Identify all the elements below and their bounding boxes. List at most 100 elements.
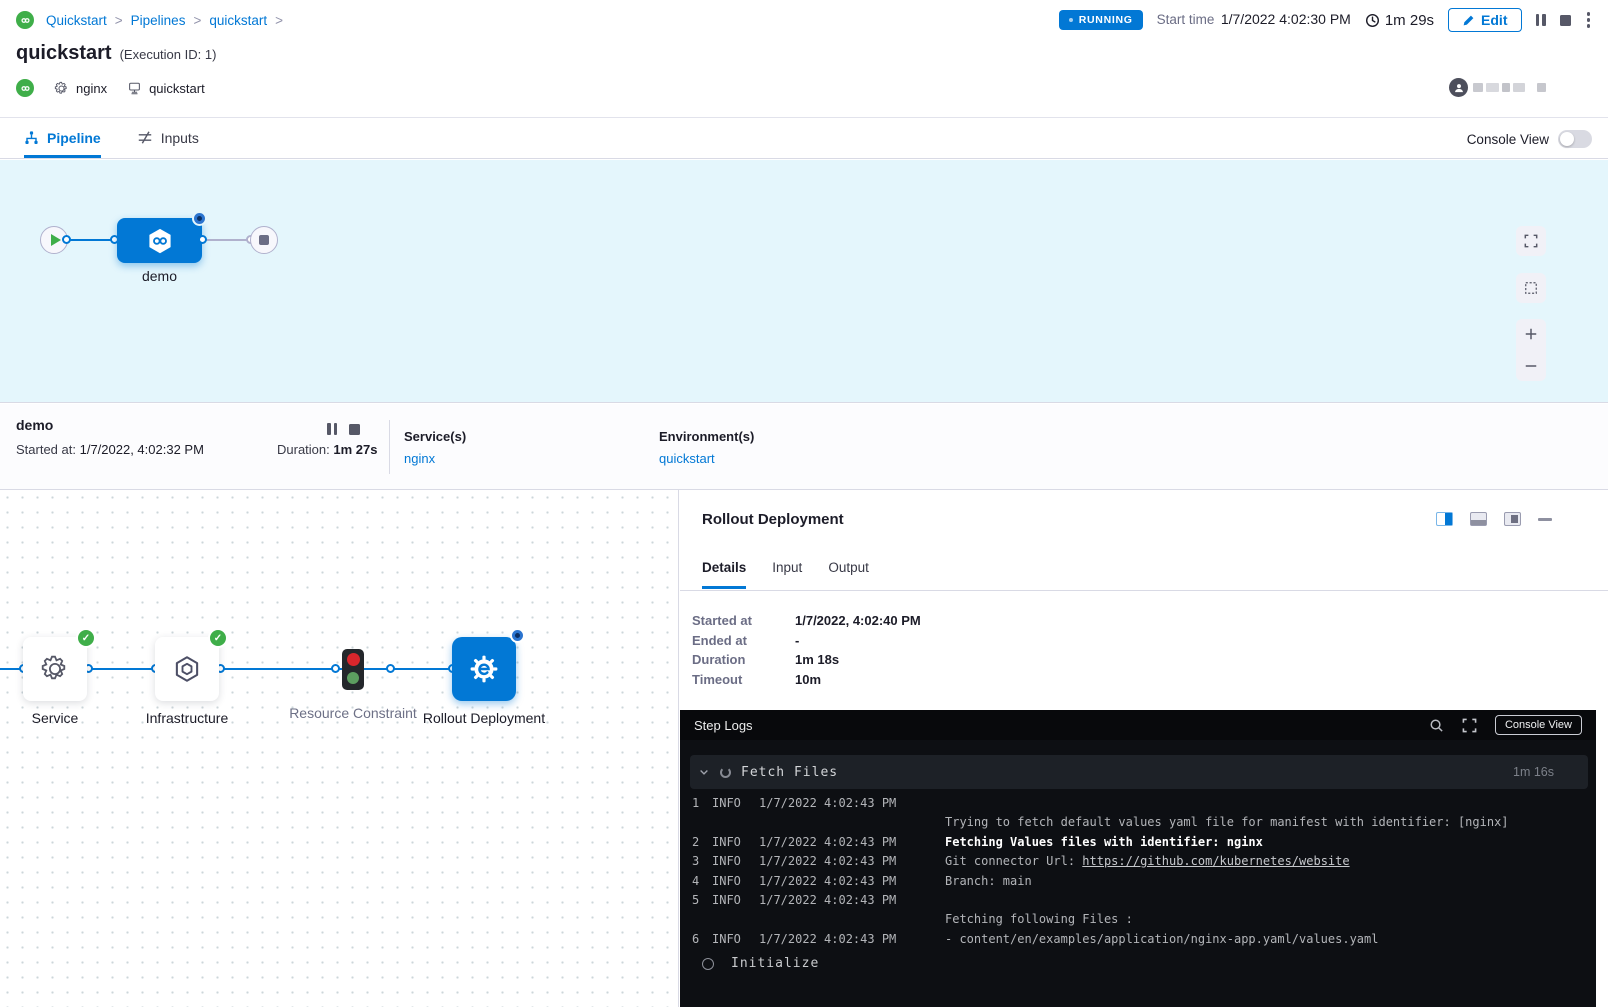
service-tag[interactable]: nginx: [54, 81, 107, 96]
execution-graph[interactable]: ✓ ✓: [0, 490, 679, 1007]
step-node-rollout-deployment[interactable]: [452, 637, 516, 701]
stage-started: Started at: 1/7/2022, 4:02:32 PM: [16, 442, 204, 457]
edge-port: [386, 664, 395, 673]
log-section-name: Fetch Files: [741, 765, 838, 780]
step-node-service[interactable]: ✓: [23, 637, 87, 701]
pause-execution-button[interactable]: [1536, 14, 1546, 26]
tab-input[interactable]: Input: [772, 560, 802, 589]
stop-execution-button[interactable]: [1560, 15, 1571, 26]
log-message: Fetching Values files with identifier: n…: [945, 833, 1596, 852]
edge-port: [198, 235, 207, 244]
start-time-label: Start time: [1157, 12, 1215, 27]
started-value: 1/7/2022, 4:02:32 PM: [80, 442, 204, 457]
log-num: 4: [692, 872, 712, 891]
search-icon[interactable]: [1429, 718, 1444, 733]
minimize-panel-button[interactable]: [1538, 518, 1552, 521]
page-title: quickstart: [16, 42, 112, 65]
log-message: - content/en/examples/application/nginx-…: [945, 930, 1596, 949]
success-check-badge: ✓: [210, 630, 226, 646]
layout-split-vertical-button[interactable]: [1436, 512, 1453, 526]
running-spinner-badge: [194, 213, 205, 224]
layout-dock-right-button[interactable]: [1504, 512, 1521, 526]
pencil-icon: [1462, 14, 1475, 27]
detail-row: Duration 1m 18s: [692, 650, 921, 670]
log-level: INFO: [712, 930, 759, 949]
breadcrumb-link-pipeline-name[interactable]: quickstart: [209, 13, 267, 28]
log-num: 3: [692, 852, 712, 871]
tab-inputs[interactable]: Inputs: [137, 118, 199, 158]
pending-ring-icon: [702, 958, 714, 970]
step-node-resource-constraint[interactable]: [342, 649, 364, 690]
log-message: Branch: main: [945, 872, 1596, 891]
tab-details[interactable]: Details: [702, 560, 746, 589]
traffic-red-light: [347, 653, 360, 666]
chevron-down-icon: [698, 766, 710, 778]
console-view-toggle[interactable]: [1558, 130, 1592, 148]
log-section-initialize[interactable]: Initialize: [680, 956, 1596, 971]
edit-label: Edit: [1481, 12, 1507, 28]
expand-icon[interactable]: [1462, 718, 1477, 733]
tab-pipeline[interactable]: Pipeline: [24, 118, 101, 158]
stage-pause-button[interactable]: [327, 423, 337, 435]
canvas-fullscreen-button[interactable]: [1516, 226, 1546, 256]
zoom-out-button[interactable]: [1524, 359, 1538, 373]
detail-row: Ended at -: [692, 631, 921, 651]
stage-node-demo[interactable]: [117, 218, 202, 263]
stage-summary-bar: demo Started at: 1/7/2022, 4:02:32 PM Du…: [0, 404, 1608, 490]
log-message: [945, 891, 1596, 910]
console-view-button[interactable]: Console View: [1495, 715, 1582, 735]
log-level: INFO: [712, 833, 759, 852]
log-level: [712, 813, 759, 832]
clock-icon: [1365, 13, 1380, 28]
pipeline-green-icon: [16, 11, 34, 29]
environment-link[interactable]: quickstart: [659, 451, 715, 466]
step-panel-tabs: Details Input Output: [702, 560, 869, 589]
tab-output[interactable]: Output: [828, 560, 869, 589]
rollout-deployment-icon: [468, 653, 500, 685]
layout-split-horizontal-button[interactable]: [1470, 512, 1487, 526]
services-label: Service(s): [404, 429, 466, 444]
log-row: 6INFO1/7/2022 4:02:43 PM- content/en/exa…: [680, 930, 1596, 949]
log-num: 6: [692, 930, 712, 949]
redacted-name-pixel: [1473, 83, 1483, 92]
service-link[interactable]: nginx: [404, 451, 435, 466]
stage-duration: Duration: 1m 27s: [277, 442, 377, 457]
log-time: 1/7/2022 4:02:43 PM: [759, 833, 945, 852]
meta-row: nginx quickstart: [16, 79, 205, 97]
status-dot-icon: [1069, 18, 1073, 22]
log-row: 4INFO1/7/2022 4:02:43 PMBranch: main: [680, 872, 1596, 891]
edit-button[interactable]: Edit: [1448, 8, 1521, 32]
log-lines[interactable]: 1INFO1/7/2022 4:02:43 PM Trying to fetch…: [680, 794, 1596, 949]
log-num: 2: [692, 833, 712, 852]
environment-tag[interactable]: quickstart: [127, 81, 205, 96]
elapsed-value: 1m 29s: [1385, 12, 1434, 29]
service-tag-label: nginx: [76, 81, 107, 96]
step-node-infrastructure[interactable]: ✓: [155, 637, 219, 701]
more-options-button[interactable]: [1585, 10, 1593, 30]
redacted-name-pixel: [1502, 83, 1510, 92]
title-row: quickstart (Execution ID: 1): [16, 42, 216, 65]
canvas-zoom-group: [1516, 319, 1546, 381]
detail-value: -: [795, 633, 921, 648]
execution-controls: RUNNING Start time 1/7/2022 4:02:30 PM 1…: [1059, 8, 1592, 32]
running-spinner-badge: [512, 630, 523, 641]
view-tabbar: Pipeline Inputs Console View: [0, 117, 1608, 159]
log-time: 1/7/2022 4:02:43 PM: [759, 891, 945, 910]
log-link[interactable]: https://github.com/kubernetes/website: [1082, 854, 1349, 868]
breadcrumb-link-pipelines[interactable]: Pipelines: [131, 13, 186, 28]
pipeline-canvas[interactable]: demo: [0, 160, 1608, 403]
avatar: [1449, 78, 1468, 97]
log-section-fetch-files[interactable]: Fetch Files 1m 16s: [690, 755, 1588, 789]
log-level: [712, 910, 759, 929]
zoom-in-button[interactable]: [1524, 327, 1538, 341]
detail-row: Timeout 10m: [692, 670, 921, 690]
breadcrumb-link-quickstart[interactable]: Quickstart: [46, 13, 107, 28]
step-label-service: Service: [0, 708, 130, 729]
canvas-select-button[interactable]: [1516, 273, 1546, 303]
log-time: [759, 813, 945, 832]
log-message: Git connector Url: https://github.com/ku…: [945, 852, 1596, 871]
toggle-knob: [1560, 132, 1574, 146]
status-text: RUNNING: [1079, 14, 1133, 26]
stage-stop-button[interactable]: [349, 424, 360, 435]
started-label: Started at:: [16, 442, 76, 457]
